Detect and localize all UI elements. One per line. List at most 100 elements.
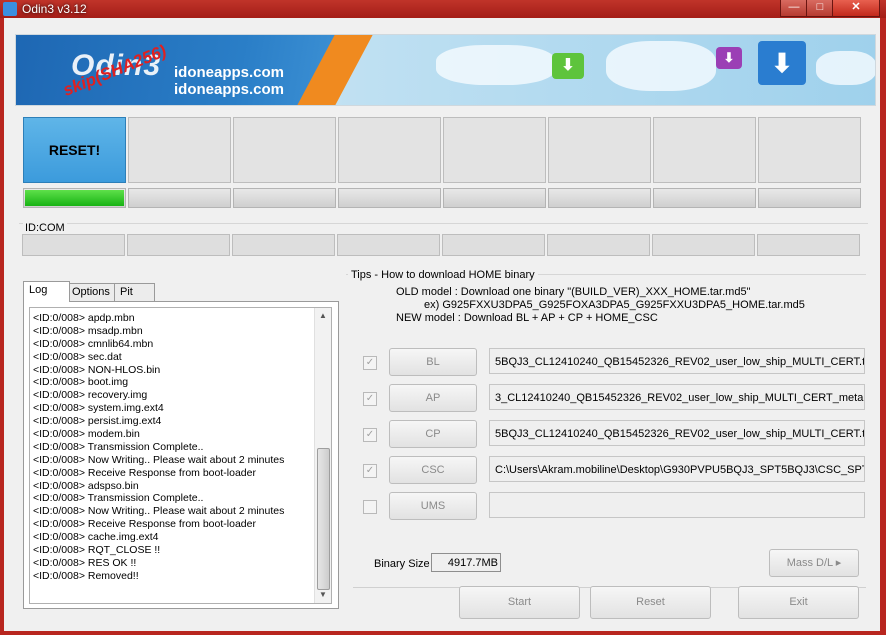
port-status: [548, 117, 651, 183]
maximize-button[interactable]: □: [806, 0, 834, 17]
download-icon: ⬇: [552, 53, 584, 79]
log-line: <ID:0/008> RQT_CLOSE !!: [33, 544, 161, 557]
port-status: [233, 117, 336, 183]
progress-bar: [23, 188, 126, 208]
id-com-label: ID:COM: [23, 222, 67, 234]
id-com-cell: [232, 234, 335, 256]
download-icon: ⬇: [758, 41, 806, 85]
mass-dl-button[interactable]: Mass D/L ▸: [769, 549, 859, 577]
reset-button[interactable]: Reset: [590, 586, 711, 619]
window-title: Odin3 v3.12: [22, 2, 87, 16]
slot-ums: UMS: [359, 492, 867, 522]
start-button[interactable]: Start: [459, 586, 580, 619]
log-line: <ID:0/008> Receive Response from boot-lo…: [33, 466, 256, 479]
progress-bar: [548, 188, 651, 208]
log-line: <ID:0/008> recovery.img: [33, 389, 148, 402]
port-status: [128, 117, 231, 183]
bl-button[interactable]: BL: [389, 348, 477, 376]
slot-csc: ✓ CSC C:\Users\Akram.mobiline\Desktop\G9…: [359, 456, 867, 486]
id-com-cell: [337, 234, 440, 256]
close-button[interactable]: ✕: [832, 0, 880, 17]
log-line: <ID:0/008> RES OK !!: [33, 556, 137, 569]
tab-options[interactable]: Options: [66, 283, 117, 301]
minimize-button[interactable]: —: [780, 0, 808, 17]
log-line: <ID:0/008> persist.img.ext4: [33, 415, 162, 428]
tip-old-model: OLD model : Download one binary "(BUILD_…: [396, 286, 751, 298]
odin-app-icon: [3, 2, 17, 16]
scroll-down-icon[interactable]: ▼: [315, 587, 331, 603]
cp-button[interactable]: CP: [389, 420, 477, 448]
log-line: <ID:0/008> cache.img.ext4: [33, 531, 159, 544]
log-line: <ID:0/008> Receive Response from boot-lo…: [33, 518, 256, 531]
ums-path-field[interactable]: [489, 492, 865, 518]
slot-cp: ✓ CP 5BQJ3_CL12410240_QB15452326_REV02_u…: [359, 420, 867, 450]
port-status-active: RESET!: [23, 117, 126, 183]
progress-bar: [758, 188, 861, 208]
banner-url: idoneapps.com: [174, 64, 285, 81]
tab-pit[interactable]: Pit: [114, 283, 155, 301]
csc-checkbox[interactable]: ✓: [363, 464, 377, 478]
slot-ap: ✓ AP 3_CL12410240_QB15452326_REV02_user_…: [359, 384, 867, 414]
tips-title: Tips - How to download HOME binary: [348, 269, 538, 281]
progress-fill: [25, 190, 124, 206]
cp-checkbox[interactable]: ✓: [363, 428, 377, 442]
world-map-shape: [816, 51, 875, 85]
ap-checkbox[interactable]: ✓: [363, 392, 377, 406]
slot-bl: ✓ BL 5BQJ3_CL12410240_QB15452326_REV02_u…: [359, 348, 867, 378]
id-com-cell: [442, 234, 545, 256]
banner: Odin3 skip(SHA256) idoneapps.com idoneap…: [15, 34, 876, 106]
bl-checkbox[interactable]: ✓: [363, 356, 377, 370]
world-map-shape: [606, 41, 716, 91]
log-line: <ID:0/008> Transmission Complete..: [33, 440, 204, 453]
progress-bar: [233, 188, 336, 208]
progress-bar: [653, 188, 756, 208]
id-com-cell: [652, 234, 755, 256]
scroll-up-icon[interactable]: ▲: [315, 308, 331, 324]
log-line: <ID:0/008> Transmission Complete..: [33, 492, 204, 505]
log-line: <ID:0/008> system.img.ext4: [33, 402, 164, 415]
log-line: <ID:0/008> Removed!!: [33, 569, 139, 582]
log-textarea[interactable]: <ID:0/008> apdp.mbn <ID:0/008> msadp.mbn <…: [29, 307, 332, 604]
log-line: <ID:0/008> Now Writing.. Please wait abo…: [33, 505, 285, 518]
log-line: <ID:0/008> sec.dat: [33, 350, 122, 363]
port-status: [338, 117, 441, 183]
tips-group: Tips - How to download HOME binary OLD m…: [346, 269, 866, 339]
progress-row: [23, 188, 870, 208]
title-bar: Odin3 v3.12 — □ ✕: [0, 0, 886, 18]
log-line: <ID:0/008> boot.img: [33, 376, 129, 389]
id-com-group: ID:COM: [19, 222, 868, 262]
ap-button[interactable]: AP: [389, 384, 477, 412]
log-panel: <ID:0/008> apdp.mbn <ID:0/008> msadp.mbn <…: [23, 301, 339, 609]
csc-button[interactable]: CSC: [389, 456, 477, 484]
ums-button[interactable]: UMS: [389, 492, 477, 520]
csc-path-field[interactable]: C:\Users\Akram.mobiline\Desktop\G930PVPU…: [489, 456, 865, 482]
log-line: <ID:0/008> Now Writing.. Please wait abo…: [33, 453, 285, 466]
port-status-row: RESET!: [23, 117, 870, 185]
banner-url: idoneapps.com: [174, 81, 285, 98]
log-scrollbar[interactable]: ▲ ▼: [314, 308, 331, 603]
cp-path-field[interactable]: 5BQJ3_CL12410240_QB15452326_REV02_user_l…: [489, 420, 865, 446]
binary-size-label: Binary Size: [374, 558, 430, 570]
binary-size-value: 4917.7MB: [431, 553, 501, 572]
log-line: <ID:0/008> msadp.mbn: [33, 324, 143, 337]
bl-path-field[interactable]: 5BQJ3_CL12410240_QB15452326_REV02_user_l…: [489, 348, 865, 374]
log-line: <ID:0/008> NON-HLOS.bin: [33, 363, 161, 376]
port-status: [758, 117, 861, 183]
tip-new-model: NEW model : Download BL + AP + CP + HOME…: [396, 312, 658, 324]
port-status: [653, 117, 756, 183]
ap-path-field[interactable]: 3_CL12410240_QB15452326_REV02_user_low_s…: [489, 384, 865, 410]
ums-checkbox[interactable]: [363, 500, 377, 514]
scroll-thumb[interactable]: [317, 448, 330, 590]
log-line: <ID:0/008> modem.bin: [33, 428, 140, 441]
progress-bar: [128, 188, 231, 208]
log-line: <ID:0/008> apdp.mbn: [33, 312, 135, 324]
port-status: [443, 117, 546, 183]
progress-bar: [338, 188, 441, 208]
world-map-shape: [436, 45, 556, 85]
log-lines: <ID:0/008> apdp.mbn <ID:0/008> msadp.mbn <…: [33, 312, 313, 583]
exit-button[interactable]: Exit: [738, 586, 859, 619]
tip-example: ex) G925FXXU3DPA5_G925FOXA3DPA5_G925FXXU…: [424, 299, 805, 311]
id-com-cell: [757, 234, 860, 256]
tab-log[interactable]: Log: [23, 281, 70, 302]
main-window: Odin3 skip(SHA256) idoneapps.com idoneap…: [4, 18, 880, 631]
